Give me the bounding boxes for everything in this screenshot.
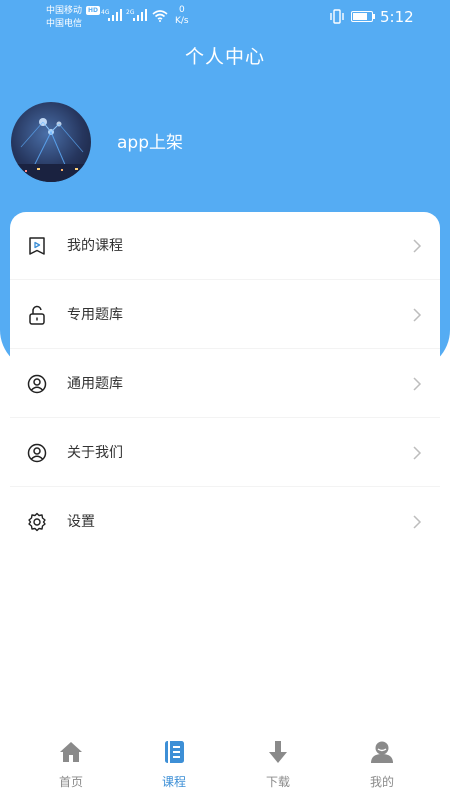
- tab-label: 下载: [265, 775, 290, 789]
- signal-icon-2: [133, 9, 147, 21]
- net-speed: 0 K/s: [175, 5, 189, 27]
- chevron-right-icon: [413, 308, 422, 322]
- menu-item-label: 我的课程: [67, 238, 123, 254]
- battery-tip: [373, 14, 375, 19]
- clock: 5:12: [380, 8, 414, 26]
- vibrate-icon: [330, 9, 344, 24]
- username[interactable]: app上架: [117, 132, 183, 154]
- home-icon: [60, 742, 82, 762]
- net-speed-value: 0: [178, 5, 185, 15]
- tab-mine[interactable]: 我的: [326, 730, 438, 800]
- chevron-right-icon: [413, 446, 422, 460]
- profile-icon: [371, 741, 393, 763]
- tab-courses[interactable]: 课程: [118, 730, 230, 800]
- wifi-icon: [152, 10, 168, 22]
- net-speed-unit: K/s: [175, 16, 189, 26]
- user-circle-icon: [27, 443, 47, 463]
- course-icon: [29, 237, 45, 255]
- chevron-right-icon: [413, 377, 422, 391]
- tab-label: 课程: [161, 775, 186, 789]
- menu-item-my-courses[interactable]: 我的课程: [10, 212, 440, 280]
- menu-card: 我的课程 专用题库 通用题库 关于我们 设置: [10, 212, 440, 557]
- gear-icon: [28, 512, 46, 532]
- unlock-icon: [29, 305, 45, 325]
- menu-item-general-bank[interactable]: 通用题库: [10, 350, 440, 418]
- menu-item-about-us[interactable]: 关于我们: [10, 419, 440, 487]
- tab-label: 首页: [58, 775, 83, 789]
- screen: 中国移动 中国电信 HD 4G 2G 0 K/s 5:12 个人中心 app上架…: [0, 0, 450, 800]
- tab-label: 我的: [369, 775, 394, 789]
- avatar-image: [11, 118, 91, 182]
- chevron-right-icon: [413, 239, 422, 253]
- user-circle-icon: [27, 374, 47, 394]
- page-title: 个人中心: [184, 46, 265, 68]
- menu-item-label: 设置: [67, 514, 95, 530]
- tab-bar: 首页 课程 下载 我的: [0, 730, 450, 800]
- menu-item-label: 关于我们: [67, 445, 123, 461]
- carrier-1-label: 中国移动: [46, 6, 83, 16]
- battery-icon: [351, 11, 373, 22]
- book-icon: [165, 741, 184, 763]
- hd-badge: HD: [86, 6, 101, 15]
- menu-item-label: 专用题库: [67, 307, 123, 323]
- chevron-right-icon: [413, 515, 422, 529]
- signal-icon: [108, 9, 122, 21]
- menu-item-dedicated-bank[interactable]: 专用题库: [10, 281, 440, 349]
- carrier-2-label: 中国电信: [46, 19, 83, 29]
- avatar[interactable]: [11, 102, 91, 182]
- tab-home[interactable]: 首页: [15, 730, 127, 800]
- battery-level-fill: [353, 13, 368, 20]
- download-icon: [269, 741, 287, 763]
- menu-item-label: 通用题库: [67, 376, 123, 392]
- tab-download[interactable]: 下载: [222, 730, 334, 800]
- menu-item-settings[interactable]: 设置: [10, 488, 440, 556]
- status-bar: 中国移动 中国电信 HD 4G 2G 0 K/s 5:12: [0, 0, 450, 34]
